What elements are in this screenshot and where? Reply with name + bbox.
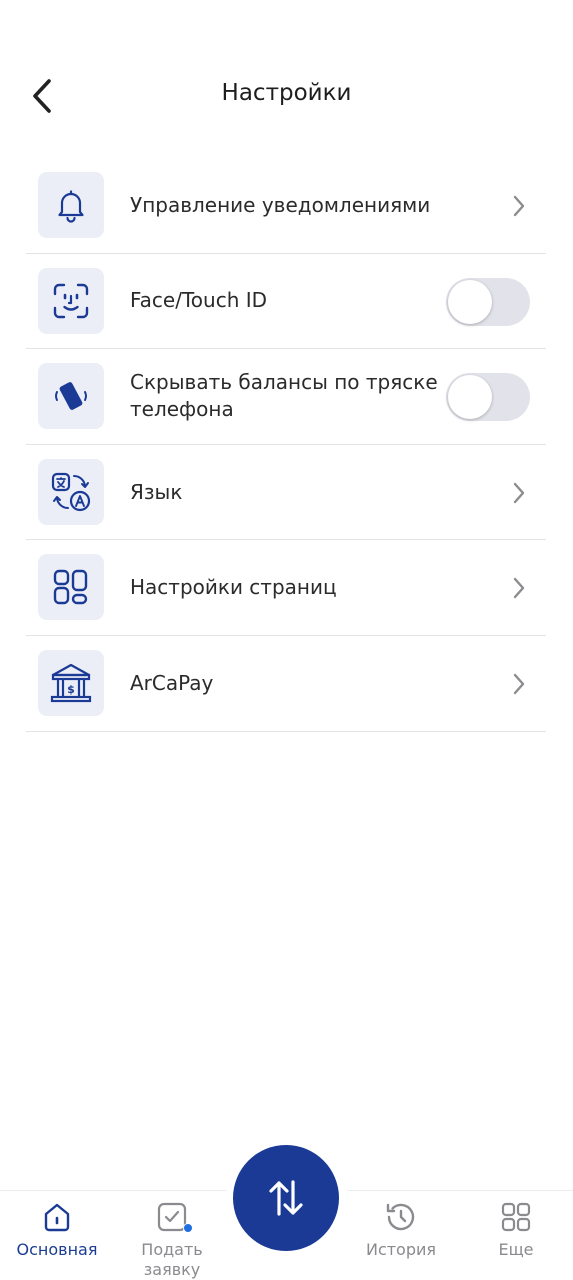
bank-icon: $ bbox=[50, 663, 92, 703]
nav-item-history[interactable]: История bbox=[346, 1191, 456, 1280]
grid-icon bbox=[501, 1202, 531, 1232]
settings-item-label: Язык bbox=[130, 479, 183, 504]
settings-icon-box bbox=[38, 363, 104, 430]
chevron-right-icon bbox=[508, 478, 530, 508]
page-title: Настройки bbox=[221, 80, 352, 106]
chevron-right-icon bbox=[508, 669, 530, 699]
nav-label: Еще bbox=[498, 1240, 534, 1259]
transfer-arrows-icon bbox=[269, 1180, 303, 1216]
chevron-right-icon bbox=[508, 573, 530, 603]
nav-item-more[interactable]: Еще bbox=[461, 1191, 571, 1280]
shake-phone-icon bbox=[55, 382, 87, 411]
chevron-right-icon bbox=[508, 191, 530, 221]
toggle-knob bbox=[448, 375, 492, 420]
bell-icon bbox=[58, 190, 84, 223]
settings-icon-box bbox=[38, 458, 104, 525]
transfer-button[interactable] bbox=[233, 1145, 339, 1251]
settings-list: Управление уведомлениями Face/Touch ID С… bbox=[26, 158, 546, 732]
history-icon bbox=[386, 1203, 415, 1231]
settings-item-face-touch-id: Face/Touch ID bbox=[26, 254, 546, 350]
notification-dot bbox=[183, 1223, 193, 1233]
settings-icon-box bbox=[38, 172, 104, 238]
settings-item-label: Face/Touch ID bbox=[130, 288, 268, 313]
nav-label: История bbox=[365, 1240, 437, 1259]
settings-item-notifications[interactable]: Управление уведомлениями bbox=[26, 158, 546, 254]
settings-item-language[interactable]: Язык bbox=[26, 445, 546, 541]
nav-item-apply[interactable]: Подать заявку bbox=[117, 1191, 227, 1280]
widgets-icon bbox=[53, 570, 88, 605]
face-id-icon bbox=[53, 283, 89, 318]
settings-item-shake-hide-balances: Скрывать балансы по тряске телефона bbox=[26, 349, 546, 445]
settings-icon-box: $ bbox=[38, 649, 104, 716]
settings-item-label: ArCaPay bbox=[130, 670, 214, 695]
face-id-toggle[interactable] bbox=[446, 277, 530, 326]
settings-icon-box bbox=[38, 554, 104, 621]
settings-item-page-settings[interactable]: Настройки страниц bbox=[26, 540, 546, 636]
shake-hide-toggle[interactable] bbox=[446, 373, 530, 422]
nav-label: Основная bbox=[16, 1240, 98, 1259]
settings-icon-box bbox=[38, 267, 104, 334]
translate-icon bbox=[51, 472, 91, 511]
settings-item-label: Управление уведомлениями bbox=[130, 192, 431, 217]
header: Настройки bbox=[0, 0, 573, 150]
settings-item-label: Скрывать балансы по тряске телефона bbox=[130, 370, 438, 422]
settings-item-label: Настройки страниц bbox=[130, 575, 337, 600]
nav-item-home[interactable]: Основная bbox=[2, 1191, 112, 1280]
home-icon bbox=[44, 1203, 70, 1232]
svg-text:$: $ bbox=[67, 683, 75, 696]
toggle-knob bbox=[448, 279, 492, 324]
settings-item-arcapay[interactable]: $ ArCaPay bbox=[26, 636, 546, 732]
nav-label: Подать заявку bbox=[141, 1240, 203, 1279]
